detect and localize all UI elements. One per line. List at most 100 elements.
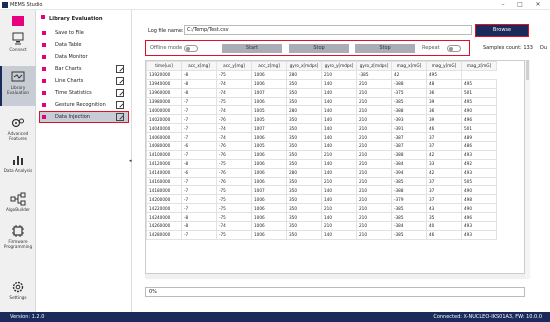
offline-mode-toggle[interactable] — [184, 44, 198, 52]
table-cell[interactable]: -385 — [391, 96, 427, 107]
table-cell[interactable]: 40 — [426, 221, 462, 231]
table-cell[interactable]: 490 — [461, 203, 497, 214]
table-row[interactable]: 14080000 -6 -76 1005 350 140 210 -387 37 486 — [146, 141, 497, 151]
table-cell[interactable]: -388 — [391, 185, 427, 196]
table-cell[interactable]: 350 — [286, 221, 322, 231]
column-header[interactable]: mag_x[mG] — [391, 61, 427, 71]
table-row[interactable]: 14200000 -7 -75 1006 350 140 210 -379 37 498 — [146, 194, 497, 205]
table-cell[interactable]: -7 — [181, 194, 217, 205]
submenu-item-time-statistics[interactable]: Time Statistics — [40, 88, 128, 98]
submenu-item-save-to-file[interactable]: Save to File — [40, 28, 128, 38]
table-cell[interactable]: 1006 — [251, 158, 287, 169]
table-row[interactable]: 14040000 -7 -74 1007 350 140 210 -391 46 501 — [146, 123, 497, 134]
table-cell[interactable]: 1006 — [251, 212, 287, 223]
table-cell[interactable]: 495 — [461, 96, 497, 107]
table-cell[interactable]: -388 — [391, 105, 427, 116]
table-cell[interactable]: 350 — [286, 132, 322, 143]
table-cell[interactable]: -75 — [216, 185, 252, 196]
table-row[interactable]: 14060000 -7 -74 1006 350 140 210 -387 37 489 — [146, 132, 497, 143]
table-cell[interactable]: 210 — [356, 221, 392, 231]
table-cell[interactable]: 350 — [286, 114, 322, 125]
table-cell[interactable]: 14180000 — [146, 185, 182, 196]
column-header[interactable]: acc_z[mg] — [251, 61, 287, 71]
table-cell[interactable]: 140 — [321, 212, 357, 223]
nav-library-evaluation[interactable]: Library Evaluation — [0, 66, 36, 106]
table-row[interactable]: 14020000 -7 -76 1005 350 140 210 -393 39 496 — [146, 114, 497, 125]
table-cell[interactable]: 501 — [461, 123, 497, 134]
table-cell[interactable]: -74 — [216, 87, 252, 98]
table-cell[interactable]: 140 — [321, 229, 357, 240]
table-cell[interactable]: 140 — [321, 96, 357, 107]
table-cell[interactable]: -8 — [181, 158, 217, 169]
table-cell[interactable]: -385 — [391, 229, 427, 240]
table-cell[interactable]: -76 — [216, 176, 252, 187]
submenu-item-data-injection[interactable]: Data Injection — [39, 111, 129, 123]
table-cell[interactable]: -394 — [391, 167, 427, 178]
table-cell[interactable]: 350 — [286, 96, 322, 107]
table-cell[interactable]: 280 — [286, 167, 322, 178]
table-row[interactable]: 13960000 -8 -74 1007 350 140 210 -375 36 501 — [146, 87, 497, 98]
table-row[interactable]: 14120000 -8 -75 1006 350 140 210 -384 33 492 — [146, 158, 497, 169]
table-cell[interactable]: 210 — [356, 176, 392, 187]
table-cell[interactable]: -75 — [216, 229, 252, 240]
table-cell[interactable]: 140 — [321, 105, 357, 116]
table-cell[interactable]: -7 — [181, 114, 217, 125]
table-cell[interactable]: -7 — [181, 176, 217, 187]
table-cell[interactable]: 1005 — [251, 105, 287, 116]
table-cell[interactable]: 14200000 — [146, 194, 182, 205]
stop-button[interactable]: Stop — [289, 44, 349, 53]
table-cell[interactable]: -7 — [181, 96, 217, 107]
table-cell[interactable]: 210 — [356, 185, 392, 196]
start-button[interactable]: Start — [222, 44, 282, 53]
table-cell[interactable]: 210 — [356, 87, 392, 98]
table-cell[interactable]: 140 — [321, 114, 357, 125]
table-cell[interactable]: 14080000 — [146, 141, 182, 151]
column-header[interactable]: mag_z[mG] — [461, 61, 497, 71]
table-cell[interactable]: 13960000 — [146, 87, 182, 98]
table-cell[interactable]: 210 — [356, 78, 392, 89]
table-cell[interactable]: 210 — [356, 212, 392, 223]
table-cell[interactable]: 35 — [426, 212, 462, 223]
table-cell[interactable]: -74 — [216, 132, 252, 143]
table-row[interactable]: 13920000 -8 -75 1006 280 210 -385 42 495 — [146, 69, 497, 80]
table-cell[interactable]: -8 — [181, 221, 217, 231]
table-cell[interactable]: 350 — [286, 141, 322, 151]
table-cell[interactable]: 140 — [321, 194, 357, 205]
table-cell[interactable]: 140 — [321, 185, 357, 196]
table-cell[interactable]: 496 — [461, 114, 497, 125]
table-cell[interactable]: 350 — [286, 149, 322, 160]
table-cell[interactable]: -75 — [216, 69, 252, 80]
table-cell[interactable]: 493 — [461, 167, 497, 178]
table-cell[interactable]: 210 — [321, 176, 357, 187]
column-header[interactable]: gyro_y[mdps] — [321, 61, 357, 71]
table-cell[interactable]: -75 — [216, 158, 252, 169]
table-cell[interactable]: 350 — [286, 158, 322, 169]
table-cell[interactable]: 210 — [356, 158, 392, 169]
table-row[interactable]: 13940000 -8 -74 1006 350 140 210 -388 48 495 — [146, 78, 497, 89]
table-cell[interactable]: 350 — [286, 194, 322, 205]
maximize-button[interactable]: □ — [513, 0, 527, 10]
table-cell[interactable]: 46 — [426, 123, 462, 134]
table-row[interactable]: 14260000 -8 -74 1006 350 210 210 -384 40 493 — [146, 221, 497, 231]
table-cell[interactable]: 280 — [286, 105, 322, 116]
table-cell[interactable]: 14040000 — [146, 123, 182, 134]
table-cell[interactable]: -8 — [181, 69, 217, 80]
table-cell[interactable]: -75 — [216, 203, 252, 214]
submenu-item-line-charts[interactable]: Line Charts — [40, 76, 128, 86]
table-cell[interactable]: 350 — [286, 123, 322, 134]
collapse-panel-icon[interactable]: ◂ — [129, 158, 132, 164]
table-cell[interactable]: 42 — [426, 167, 462, 178]
table-cell[interactable]: 210 — [321, 149, 357, 160]
table-cell[interactable]: 39 — [426, 96, 462, 107]
table-cell[interactable]: -76 — [216, 114, 252, 125]
table-cell[interactable]: 14020000 — [146, 114, 182, 125]
table-cell[interactable]: 350 — [286, 87, 322, 98]
table-cell[interactable]: 1007 — [251, 87, 287, 98]
table-cell[interactable]: -74 — [216, 105, 252, 116]
table-cell[interactable]: 1006 — [251, 149, 287, 160]
table-cell[interactable]: 1007 — [251, 123, 287, 134]
table-cell[interactable]: -391 — [391, 123, 427, 134]
table-cell[interactable]: 210 — [321, 69, 357, 80]
table-cell[interactable]: 14240000 — [146, 212, 182, 223]
table-cell[interactable]: 493 — [461, 221, 497, 231]
